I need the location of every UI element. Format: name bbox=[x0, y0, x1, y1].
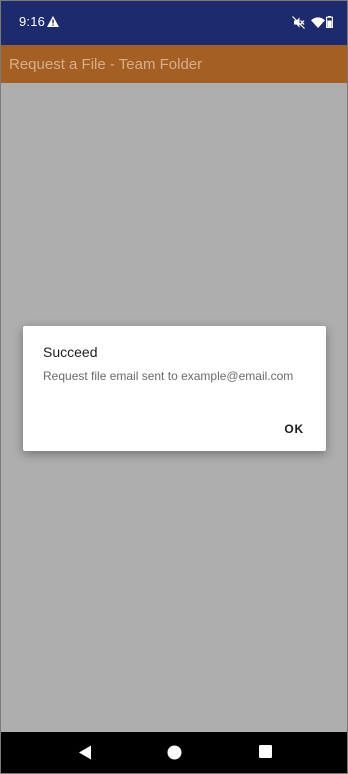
battery-icon bbox=[326, 16, 333, 28]
app-title: Request a File - Team Folder bbox=[9, 56, 203, 73]
ok-button[interactable]: OK bbox=[284, 422, 304, 436]
mute-icon bbox=[292, 16, 305, 29]
navigation-bar bbox=[1, 732, 347, 773]
success-dialog: Succeed Request file email sent to examp… bbox=[23, 326, 326, 451]
recents-icon[interactable] bbox=[259, 745, 272, 758]
phone-screen: 9:16 Request a File - Team Folder Succee… bbox=[0, 0, 348, 774]
dialog-message: Request file email sent to example@email… bbox=[43, 369, 294, 383]
app-bar: Request a File - Team Folder bbox=[1, 45, 347, 83]
status-time: 9:16 bbox=[19, 14, 46, 29]
back-icon[interactable] bbox=[78, 745, 92, 760]
home-icon[interactable] bbox=[167, 745, 182, 760]
wifi-icon bbox=[311, 17, 325, 28]
dialog-title: Succeed bbox=[43, 344, 98, 360]
warning-icon bbox=[47, 16, 59, 27]
status-bar: 9:16 bbox=[1, 1, 347, 45]
